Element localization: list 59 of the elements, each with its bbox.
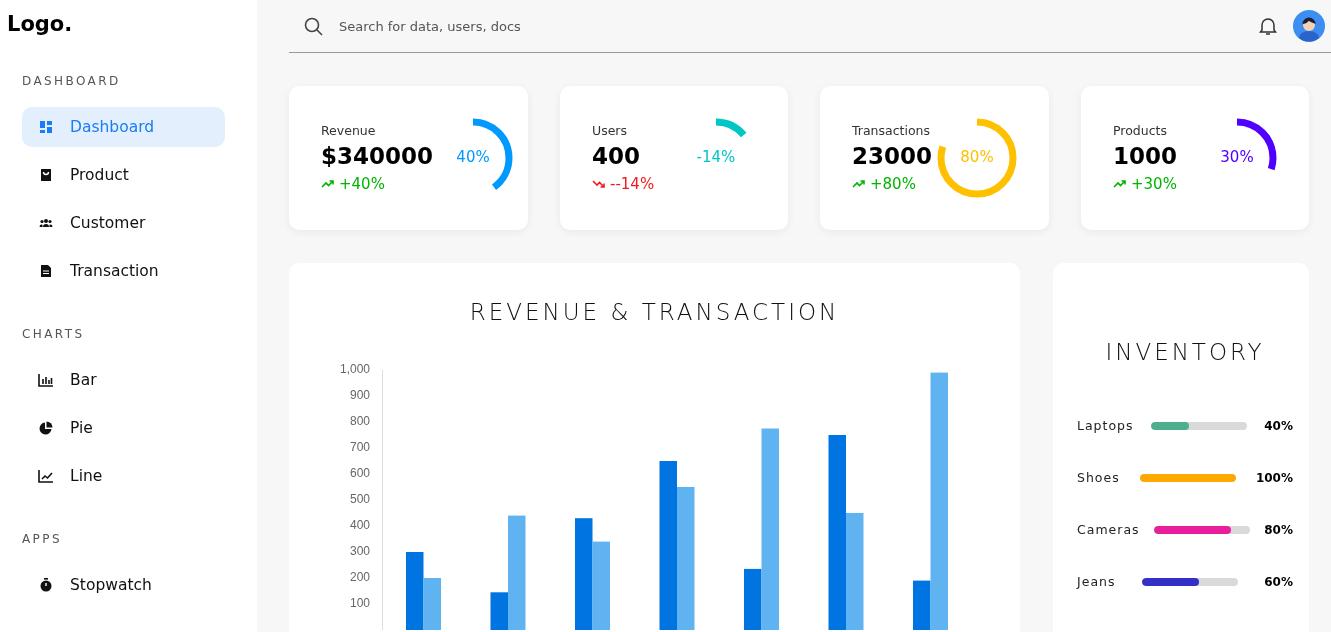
axis-tick-label: 800 [349, 414, 370, 429]
inventory-percent: 40% [1264, 418, 1293, 433]
gauge-percent: 40% [455, 148, 491, 166]
axis-tick-label: 900 [349, 388, 370, 403]
line-chart-icon [38, 469, 54, 483]
pie-chart-icon [39, 421, 53, 435]
stat-change: --14% [610, 175, 655, 193]
axis-tick-label: 700 [349, 440, 370, 455]
grid-icon [39, 120, 53, 134]
stat-value: 23000 [852, 143, 933, 169]
inventory-label: Shoes [1077, 470, 1120, 485]
search-field[interactable]: Search for data, users, docs [337, 10, 1259, 42]
axis-tick-label: 400 [349, 518, 370, 533]
stopwatch-icon [39, 578, 53, 592]
document-icon [39, 264, 53, 278]
stat-value: 400 [592, 143, 641, 169]
gauge-percent: -14% [695, 148, 737, 166]
bar-chart-icon [38, 373, 54, 387]
inventory-title: INVENTORY [1104, 339, 1266, 365]
axis-tick-label: 1,000 [339, 362, 370, 377]
people-icon [39, 216, 53, 230]
stat-value: $340000 [321, 143, 434, 169]
sidebar-item[interactable]: Line [22, 456, 225, 496]
stat-label: Revenue [321, 123, 377, 138]
sidebar-item[interactable]: Customer [22, 203, 225, 243]
avatar-icon[interactable] [1293, 10, 1325, 42]
section-heading: APPS [22, 532, 62, 546]
inventory-percent: 60% [1264, 574, 1293, 589]
stat-label: Users [592, 123, 628, 138]
sidebar-item[interactable]: Bar [22, 360, 225, 400]
section-heading: DASHBOARD [22, 74, 121, 88]
stat-label: Transactions [852, 123, 932, 138]
sidebar-item[interactable]: Stopwatch [22, 565, 225, 605]
axis-tick-label: 600 [349, 466, 370, 481]
search-icon [304, 16, 323, 36]
bag-icon [39, 168, 53, 182]
inventory-label: Jeans [1077, 574, 1116, 589]
inventory-label: Laptops [1077, 418, 1134, 433]
gauge-percent: 30% [1219, 148, 1255, 166]
section-heading: CHARTS [22, 327, 85, 341]
gauge-percent: 80% [959, 148, 995, 166]
stat-label: Products [1113, 123, 1168, 138]
inventory-percent: 80% [1264, 522, 1293, 537]
chart-title: REVENUE & TRANSACTION [468, 298, 841, 327]
axis-tick-label: 100 [349, 596, 370, 611]
axis-tick-label: 300 [349, 544, 370, 559]
stat-value: 1000 [1113, 143, 1177, 169]
sidebar-item[interactable]: Pie [22, 408, 225, 448]
inventory-label: Cameras [1077, 522, 1140, 537]
sidebar-item[interactable]: Product [22, 155, 225, 195]
stat-change: +40% [339, 175, 385, 193]
axis-tick-label: 200 [349, 570, 370, 585]
stat-change: +80% [870, 175, 916, 193]
inventory-percent: 100% [1255, 470, 1293, 485]
axis-tick-label: 500 [349, 492, 370, 507]
sidebar-item[interactable]: Transaction [22, 251, 225, 291]
stat-change: +30% [1131, 175, 1177, 193]
logo: Logo. [7, 12, 73, 36]
bell-icon[interactable] [1259, 16, 1277, 36]
